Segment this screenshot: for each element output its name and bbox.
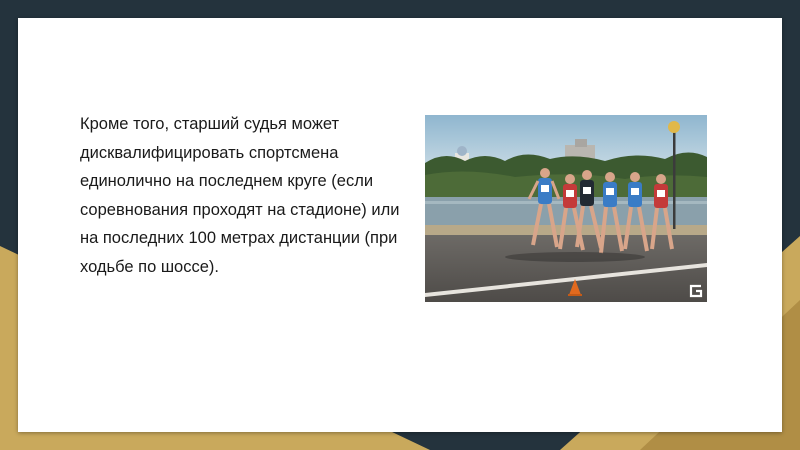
race-walking-photo-graphic [425,115,707,302]
race-walking-photo [425,115,707,302]
slide-canvas: Кроме того, старший судья может дисквали… [18,18,782,432]
slide-body-text: Кроме того, старший судья может дисквали… [80,115,400,276]
g-logo-icon [689,284,703,298]
